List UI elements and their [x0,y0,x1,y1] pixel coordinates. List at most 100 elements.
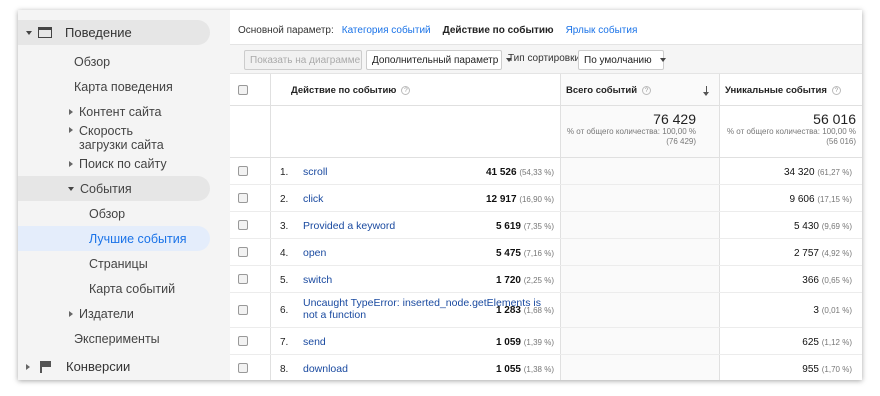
table-row: 5. switch 1 720 (2,25 %) 366 (0,65 %) [230,266,862,293]
row-checkbox[interactable] [238,220,248,230]
cell-percent: (2,25 %) [523,276,554,285]
flag-icon [40,360,52,373]
row-number: 1. [280,167,289,178]
cell-value: 3 [813,305,819,316]
total-events-cell: 5 619 (7,35 %) [496,221,554,232]
sidebar-item-label: Эксперименты [74,331,160,346]
sidebar: Поведение Обзор Карта поведения Контент … [18,10,230,380]
total-events-cell: 12 917 (16,90 %) [486,194,554,205]
secondary-dimension-label: Дополнительный параметр [372,54,499,66]
sort-type-value: По умолчанию [584,54,652,66]
sidebar-item-label: Карта поведения [74,79,173,94]
plot-rows-button[interactable]: Показать на диаграмме [244,50,362,70]
sidebar-item-label: Скорость загрузки сайта [79,124,164,152]
cell-value: 2 757 [793,248,819,259]
cell-percent: (54,33 %) [519,168,554,177]
chevron-right-icon [26,363,30,370]
cell-value: 12 917 [485,194,517,205]
total-events-cell: 1 720 (2,25 %) [496,275,554,286]
help-icon[interactable]: ? [831,86,841,95]
row-checkbox[interactable] [238,363,248,373]
secondary-dimension-dropdown[interactable]: Дополнительный параметр [366,50,513,70]
row-checkbox[interactable] [238,274,248,284]
sidebar-item-label: Обзор [89,206,126,221]
sidebar-item-site-content[interactable]: Контент сайта [18,99,162,124]
cell-value: 366 [802,275,819,286]
sidebar-item-site-search[interactable]: Поиск по сайту [18,151,167,176]
cell-percent: (17,15 %) [817,195,852,204]
cell-percent: (1,39 %) [523,338,554,347]
sidebar-item-overview[interactable]: Обзор [18,49,110,74]
unique-events-cell: 9 606 (17,15 %) [790,194,853,205]
help-icon[interactable]: ? [401,86,411,95]
cell-percent: (4,92 %) [821,249,852,258]
total-events-cell: 1 283 (1,68 %) [496,305,554,316]
sidebar-item-events-overview[interactable]: Обзор [18,201,125,226]
sidebar-item-events-flow[interactable]: Карта событий [18,276,175,301]
chevron-right-icon [69,127,73,133]
cell-value: 34 320 [783,167,815,178]
plot-rows-label: Показать на диаграмме [250,54,361,66]
primary-dimension-event-action[interactable]: Действие по событию [443,25,554,36]
cell-percent: (1,12 %) [821,338,852,347]
total-base-value: (76 429) [666,137,696,146]
unique-events-column-header[interactable]: Уникальные события ? [725,85,841,96]
cell-percent: (0,65 %) [821,276,852,285]
primary-dimension-event-label[interactable]: Ярлык события [566,25,638,36]
row-number: 7. [280,337,289,348]
sidebar-item-top-events[interactable]: Лучшие события [18,226,210,251]
table-row: 1. scroll 41 526 (54,33 %) 34 320 (61,27 %) [230,158,862,185]
chevron-down-icon [659,58,666,62]
sidebar-item-conversions[interactable]: Конверсии [18,354,130,379]
cell-value: 625 [802,337,819,348]
dimension-column-header[interactable]: Действие по событию ? [291,85,411,96]
sidebar-item-experiments[interactable]: Эксперименты [18,326,160,351]
total-events-cell: 41 526 (54,33 %) [486,167,554,178]
sidebar-item-site-speed[interactable]: Скорость загрузки сайта [18,124,179,154]
row-checkbox[interactable] [238,166,248,176]
primary-dimension-label: Основной параметр: [238,24,334,36]
total-events-cell: 1 055 (1,38 %) [496,364,554,375]
sidebar-item-behavior-map[interactable]: Карта поведения [18,74,173,99]
chevron-right-icon [69,108,73,115]
cell-value: 1 059 [495,337,521,348]
sidebar-item-publishers[interactable]: Издатели [18,301,134,326]
table-header: Действие по событию ? Всего событий ? Ун… [230,74,862,106]
row-checkbox[interactable] [238,305,248,315]
select-all-checkbox[interactable] [238,85,248,95]
cell-percent: (1,38 %) [523,365,554,374]
table-row: 8. download 1 055 (1,38 %) 955 (1,70 %) [230,355,862,380]
chevron-down-icon [26,30,32,35]
cell-percent: (9,69 %) [821,222,852,231]
row-number: 3. [280,221,289,232]
cell-percent: (0,01 %) [821,306,852,315]
help-icon[interactable]: ? [642,86,652,95]
cell-percent: (61,27 %) [817,168,852,177]
sort-down-arrow-icon[interactable] [701,86,711,96]
table-row: 4. open 5 475 (7,16 %) 2 757 (4,92 %) [230,239,862,266]
row-number: 4. [280,248,289,259]
sidebar-item-behavior[interactable]: Поведение [18,20,210,45]
total-base-value: (56 016) [826,137,856,146]
sort-type-dropdown[interactable]: По умолчанию [578,50,666,70]
report-toolbar: Показать на диаграмме Дополнительный пар… [230,44,862,74]
cell-value: 5 430 [793,221,819,232]
report-panel: Основной параметр: Категория событий Дей… [230,10,862,380]
sidebar-item-label: Страницы [89,256,148,271]
table-row: 3. Provided a keyword 5 619 (7,35 %) 5 430 … [230,212,862,239]
sidebar-item-events[interactable]: События [18,176,210,201]
sidebar-item-pages[interactable]: Страницы [18,251,148,276]
row-checkbox[interactable] [238,193,248,203]
total-value: 56 016 [813,111,856,127]
row-checkbox[interactable] [238,336,248,346]
cell-value: 1 055 [495,364,521,375]
sidebar-item-label: Поиск по сайту [79,156,167,171]
total-events-column-header[interactable]: Всего событий ? [566,85,652,96]
primary-dimension-event-category[interactable]: Категория событий [342,25,431,36]
row-number: 5. [280,275,289,286]
column-header-label: Уникальные события [725,85,827,96]
chevron-down-icon [68,186,74,191]
cell-value: 41 526 [485,167,517,178]
total-events-cell: 5 475 (7,16 %) [496,248,554,259]
row-checkbox[interactable] [238,247,248,257]
